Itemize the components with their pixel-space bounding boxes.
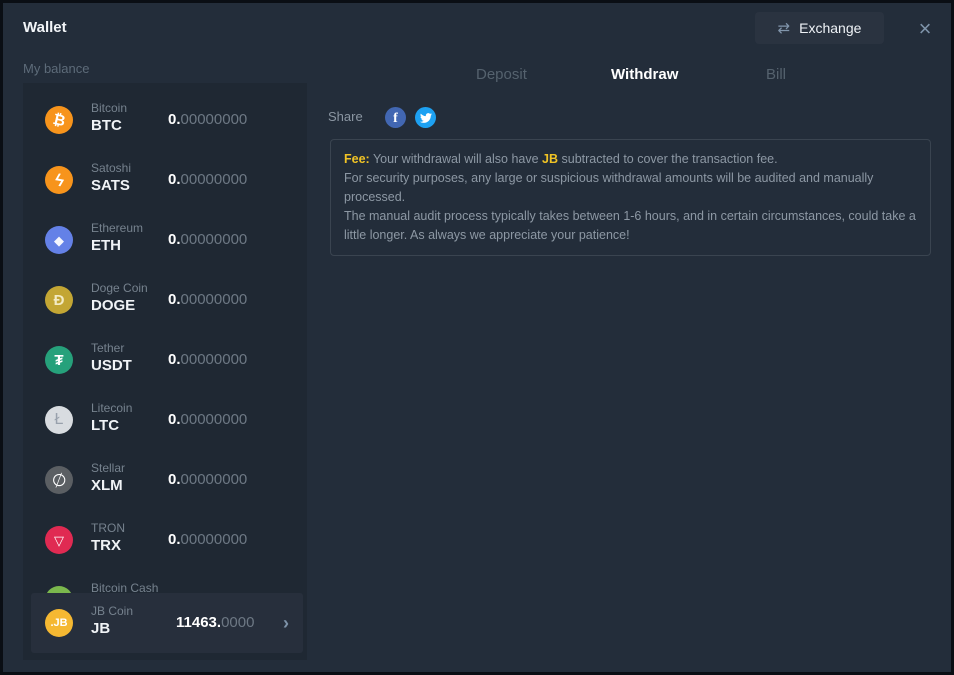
coin-row-doge-coin[interactable]: Ð Doge Coin DOGE 0.00000000	[23, 270, 307, 330]
wallet-modal: Wallet ⇄ Exchange × My balance DepositWi…	[0, 0, 954, 675]
coin-symbol: SATS	[91, 177, 131, 194]
coin-name: JB Coin	[91, 604, 133, 618]
coin-row-stellar[interactable]: ∅ Stellar XLM 0.00000000	[23, 450, 307, 510]
coin-name: Tether	[91, 341, 132, 355]
coin-balance-list: ₿ Bitcoin BTC 0.00000000 ϟ Satoshi SATS 0.00000…	[23, 83, 307, 660]
exchange-button-label: Exchange	[799, 20, 861, 36]
coin-row-tether[interactable]: ₮ Tether USDT 0.00000000	[23, 330, 307, 390]
bitcoin-icon: ₿	[45, 106, 73, 134]
exchange-button[interactable]: ⇄ Exchange	[755, 12, 884, 44]
coin-symbol: USDT	[91, 357, 132, 374]
coin-row-litecoin[interactable]: Ł Litecoin LTC 0.00000000	[23, 390, 307, 450]
ethereum-icon: ◆	[45, 226, 73, 254]
coin-balance: 0.00000000	[168, 351, 247, 368]
coin-balance: 0.00000000	[168, 531, 247, 548]
coin-row-bitcoin[interactable]: ₿ Bitcoin BTC 0.00000000	[23, 90, 307, 150]
coin-row-jb-coin[interactable]: .JB JB Coin JB 11463.0000 ›	[31, 593, 303, 653]
swap-arrows-icon: ⇄	[778, 21, 791, 36]
coin-name: Stellar	[91, 461, 125, 475]
coin-balance: 0.00000000	[168, 171, 247, 188]
twitter-share-icon[interactable]	[415, 107, 436, 128]
coin-name: TRON	[91, 521, 125, 535]
coin-name: Doge Coin	[91, 281, 148, 295]
stellar-icon: ∅	[45, 466, 73, 494]
chevron-right-icon: ›	[283, 612, 289, 634]
coin-name: Litecoin	[91, 401, 132, 415]
coin-balance: 0.00000000	[168, 411, 247, 428]
tron-icon: ▽	[45, 526, 73, 554]
fee-notice-line3: The manual audit process typically takes…	[344, 207, 917, 245]
fee-notice-line2: For security purposes, any large or susp…	[344, 169, 917, 207]
close-icon[interactable]: ×	[911, 15, 939, 43]
facebook-share-icon[interactable]: f	[385, 107, 406, 128]
satoshi-icon: ϟ	[45, 166, 73, 194]
coin-symbol: DOGE	[91, 297, 148, 314]
coin-symbol: JB	[91, 620, 133, 637]
coin-symbol: TRX	[91, 537, 125, 554]
coin-name: Ethereum	[91, 221, 143, 235]
coin-name: Satoshi	[91, 161, 131, 175]
coin-balance: 0.00000000	[168, 231, 247, 248]
coin-balance: 0.00000000	[168, 111, 247, 128]
coin-symbol: ETH	[91, 237, 143, 254]
tab-deposit[interactable]: Deposit	[476, 66, 527, 83]
dogecoin-icon: Ð	[45, 286, 73, 314]
share-label: Share	[328, 109, 363, 124]
coin-row-ethereum[interactable]: ◆ Ethereum ETH 0.00000000	[23, 210, 307, 270]
coin-balance: 0.00000000	[168, 471, 247, 488]
tab-withdraw[interactable]: Withdraw	[611, 66, 678, 83]
litecoin-icon: Ł	[45, 406, 73, 434]
tab-bill[interactable]: Bill	[766, 66, 786, 83]
fee-notice-line1: Fee: Your withdrawal will also have JB s…	[344, 150, 917, 169]
tether-icon: ₮	[45, 346, 73, 374]
page-title: Wallet	[23, 19, 67, 36]
coin-balance: 0.00000000	[168, 291, 247, 308]
coin-row-tron[interactable]: ▽ TRON TRX 0.00000000	[23, 510, 307, 570]
coin-symbol: XLM	[91, 477, 125, 494]
coin-row-satoshi[interactable]: ϟ Satoshi SATS 0.00000000	[23, 150, 307, 210]
twitter-bird-icon	[420, 112, 432, 124]
coin-symbol: LTC	[91, 417, 132, 434]
jb-coin-icon: .JB	[45, 609, 73, 637]
coin-symbol: BTC	[91, 117, 127, 134]
coin-balance: 11463.0000	[176, 614, 254, 631]
coin-name: Bitcoin	[91, 101, 127, 115]
fee-notice: Fee: Your withdrawal will also have JB s…	[330, 139, 931, 256]
